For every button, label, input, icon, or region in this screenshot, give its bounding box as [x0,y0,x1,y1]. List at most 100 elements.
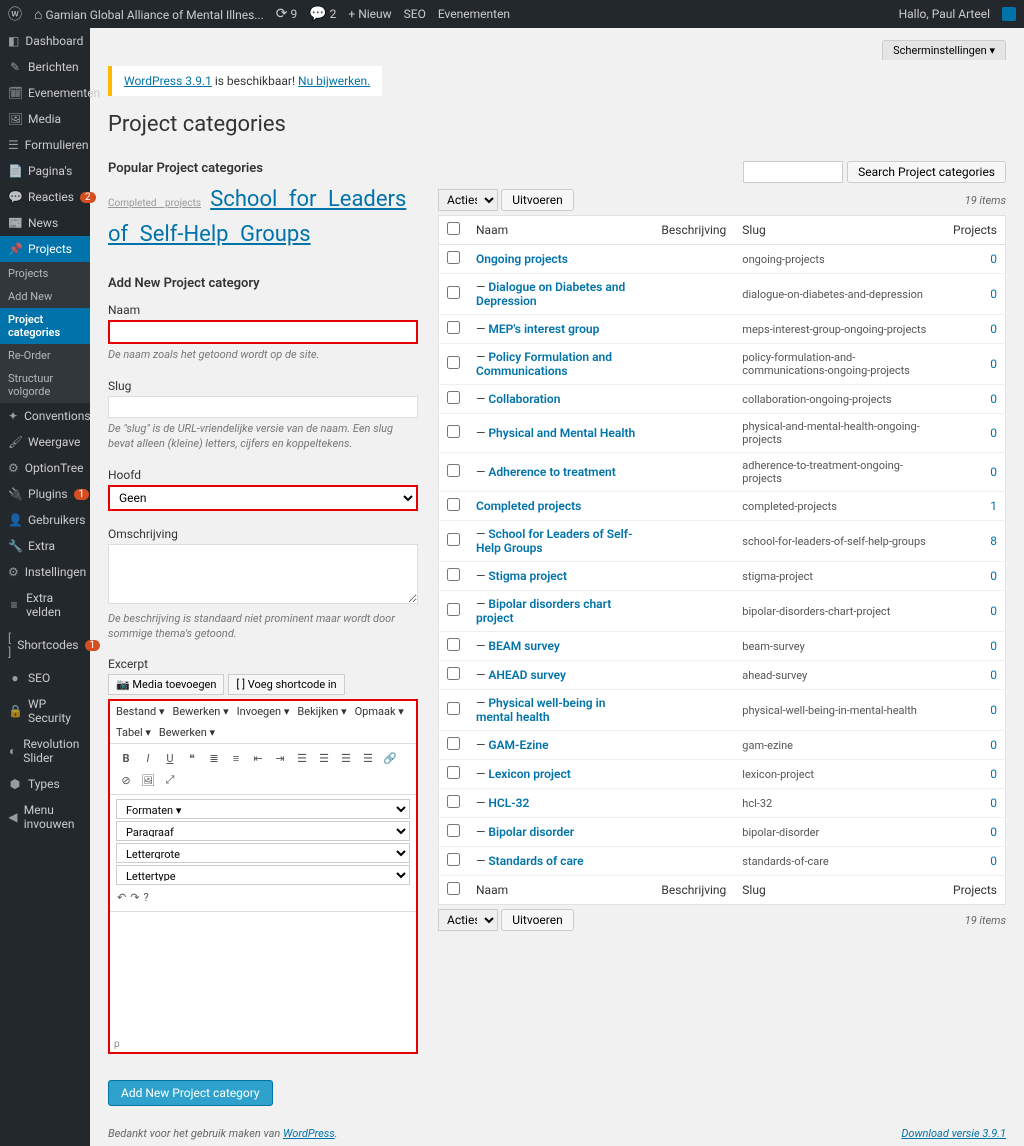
row-checkbox[interactable] [447,737,460,750]
sidebar-item-extra-velden[interactable]: ≡Extra velden [0,585,90,625]
link-button[interactable]: 🔗 [380,748,400,768]
sidebar-item-optiontree[interactable]: ⚙OptionTree [0,455,90,481]
sidebar-item-plugins[interactable]: 🔌Plugins1 [0,481,90,507]
sidebar-item-media[interactable]: 🖼Media [0,106,90,132]
row-count-link[interactable]: 0 [990,252,997,266]
ol-button[interactable]: ≡ [226,748,246,768]
sidebar-item-berichten[interactable]: ✎Berichten [0,54,90,80]
sidebar-item-wp-security[interactable]: 🔒WP Security [0,691,90,731]
row-count-link[interactable]: 0 [990,703,997,717]
help-button[interactable]: ? [142,887,149,907]
wordpress-link[interactable]: WordPress [283,1127,335,1140]
wp-logo-icon[interactable]: ⓦ [8,4,22,24]
row-checkbox[interactable] [447,824,460,837]
row-name-link[interactable]: Policy Formulation and Communications [476,350,612,378]
sidebar-sub-projects[interactable]: Projects [0,262,90,285]
sidebar-item-projects[interactable]: 📌Projects [0,236,90,262]
row-name-link[interactable]: School for Leaders of Self-Help Groups [476,527,632,555]
search-button[interactable]: Search Project categories [847,161,1006,183]
row-count-link[interactable]: 0 [990,392,997,406]
row-checkbox[interactable] [447,603,460,616]
row-name-link[interactable]: MEP's interest group [488,322,599,336]
row-checkbox[interactable] [447,498,460,511]
new-content-link[interactable]: + Nieuw [348,7,391,21]
tinymce-format-select[interactable]: Paragraaf [116,821,410,841]
row-count-link[interactable]: 0 [990,604,997,618]
row-checkbox[interactable] [447,638,460,651]
redo-button[interactable]: ↷ [129,887,140,907]
tinymce-menu[interactable]: Bestand ▾ [116,705,164,718]
align-center-button[interactable]: ☰ [314,748,334,768]
col-name[interactable]: Naam [468,216,653,245]
col-desc[interactable]: Beschrijving [653,216,734,245]
underline-button[interactable]: U [160,748,180,768]
row-count-link[interactable]: 0 [990,825,997,839]
row-count-link[interactable]: 0 [990,767,997,781]
row-checkbox[interactable] [447,464,460,477]
excerpt-editor[interactable]: p [110,912,416,1052]
fullscreen-button[interactable]: ⤢ [160,770,180,790]
screen-options-toggle[interactable]: Scherminstellingen ▾ [882,40,1006,60]
name-input[interactable] [108,320,418,344]
row-name-link[interactable]: Collaboration [488,392,560,406]
row-count-link[interactable]: 0 [990,796,997,810]
sidebar-item-reacties[interactable]: 💬Reacties2 [0,184,90,210]
sidebar-item-dashboard[interactable]: ◧Dashboard [0,28,90,54]
sidebar-sub-re-order[interactable]: Re-Order [0,344,90,367]
row-checkbox[interactable] [447,766,460,779]
add-media-button[interactable]: 📷 Media toevoegen [108,674,224,695]
bulk-action-select-top[interactable]: Acties [438,189,498,211]
slug-input[interactable] [108,396,418,418]
row-checkbox[interactable] [447,853,460,866]
row-count-link[interactable]: 0 [990,738,997,752]
tinymce-menu[interactable]: Bewerken ▾ [172,705,228,718]
row-checkbox[interactable] [447,356,460,369]
indent-button[interactable]: ⇥ [270,748,290,768]
events-link[interactable]: Evenementen [438,7,510,21]
image-button[interactable]: 🖼 [138,770,158,790]
seo-link[interactable]: SEO [404,7,426,21]
comments-link[interactable]: 💬 2 [309,6,336,22]
sidebar-item-types[interactable]: ⬢Types [0,771,90,797]
row-count-link[interactable]: 0 [990,426,997,440]
row-name-link[interactable]: Stigma project [488,569,567,583]
avatar[interactable] [1002,7,1016,21]
unlink-button[interactable]: ⊘ [116,770,136,790]
sidebar-item-seo[interactable]: ●SEO [0,665,90,691]
row-count-link[interactable]: 0 [990,569,997,583]
row-name-link[interactable]: HCL-32 [488,796,529,810]
row-name-link[interactable]: Bipolar disorder [488,825,574,839]
parent-select[interactable]: Geen [108,485,418,511]
row-checkbox[interactable] [447,251,460,264]
sidebar-item-pagina's[interactable]: 📄Pagina's [0,158,90,184]
add-shortcode-button[interactable]: [ ] Voeg shortcode in [228,674,344,695]
row-name-link[interactable]: Lexicon project [488,767,570,781]
col-slug[interactable]: Slug [734,216,945,245]
updates-link[interactable]: ⟳ 9 [276,6,297,22]
row-count-link[interactable]: 0 [990,465,997,479]
tinymce-menu[interactable]: Bewerken ▾ [159,726,215,739]
ul-button[interactable]: ≣ [204,748,224,768]
tinymce-format-select[interactable]: Lettergrote [116,843,410,863]
tag-completed[interactable]: Completed projects [108,198,201,209]
row-count-link[interactable]: 0 [990,322,997,336]
row-count-link[interactable]: 0 [990,287,997,301]
row-name-link[interactable]: Physical well-being in mental health [476,696,605,724]
tinymce-menu[interactable]: Invoegen ▾ [237,705,290,718]
download-version-link[interactable]: Download versie 3.9.1 [901,1127,1006,1140]
user-greeting[interactable]: Hallo, Paul Arteel [899,7,990,21]
tinymce-format-select[interactable]: Lettertype [116,865,410,885]
row-name-link[interactable]: Physical and Mental Health [488,426,635,440]
site-home-link[interactable]: ⌂ Gamian Global Alliance of Mental Illne… [34,6,264,23]
row-checkbox[interactable] [447,425,460,438]
row-name-link[interactable]: Dialogue on Diabetes and Depression [476,280,625,308]
row-count-link[interactable]: 0 [990,357,997,371]
sidebar-item-evenementen[interactable]: 🗓Evenementen [0,80,90,106]
select-all-top[interactable] [447,222,460,235]
bulk-apply-bottom[interactable]: Uitvoeren [501,909,574,931]
row-checkbox[interactable] [447,667,460,680]
bulk-action-select-bottom[interactable]: Acties [438,909,498,931]
sidebar-item-instellingen[interactable]: ⚙Instellingen [0,559,90,585]
row-count-link[interactable]: 8 [990,534,997,548]
row-name-link[interactable]: Completed projects [476,499,581,513]
